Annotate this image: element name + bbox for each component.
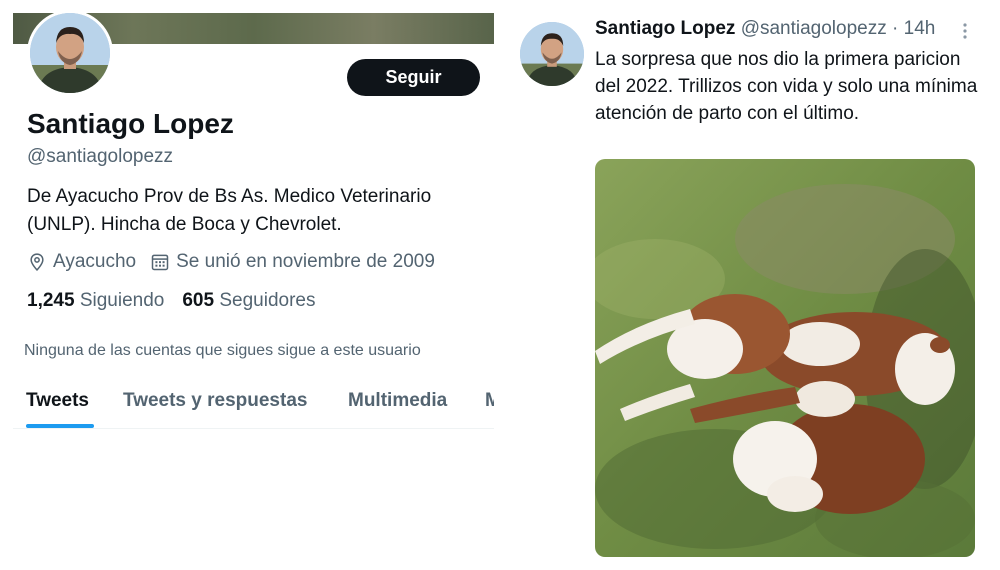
following-link[interactable]: 1,245 Siguiendo [27, 290, 164, 312]
profile-display-name: Santiago Lopez [27, 108, 234, 139]
tweet-author-handle[interactable]: @santiagolopezz [741, 18, 887, 39]
profile-handle: @santiagolopezz [27, 146, 174, 167]
following-count: 1,245 [27, 290, 75, 311]
calves-photo [595, 159, 975, 557]
tab-tweets[interactable]: Tweets [26, 390, 89, 412]
tweet-author-name[interactable]: Santiago Lopez [595, 18, 735, 39]
calendar-icon [151, 254, 169, 271]
location-text: Ayacucho [53, 251, 137, 272]
bio-line: De Ayacucho Prov de Bs As. Medico Veteri… [27, 186, 432, 207]
joined-text: Se unió en noviembre de 2009 [176, 251, 435, 272]
tweet-time[interactable]: 14h [904, 18, 936, 39]
profile-bio: De Ayacucho Prov de Bs As. Medico Veteri… [27, 183, 487, 239]
more-dots-icon[interactable] [958, 22, 972, 40]
active-tab-indicator [26, 424, 94, 428]
followers-label: Seguidores [219, 290, 316, 311]
location-pin-icon [30, 253, 44, 271]
profile-meta: Ayacucho Se unió en noviembre de 2009 [27, 250, 449, 274]
tweet-text: La sorpresa que nos dio la primera paric… [595, 49, 978, 124]
tab-media[interactable]: Multimedia [348, 390, 447, 412]
profile-avatar[interactable] [27, 10, 113, 96]
not-followed-notice: Ninguna de las cuentas que sigues sigue … [24, 342, 421, 359]
tweet-header: Santiago Lopez @santiagolopezz · 14h [595, 18, 935, 40]
tweet-separator: · [892, 18, 899, 39]
followers-count: 605 [182, 290, 215, 311]
avatar-photo [30, 13, 110, 93]
profile-stats: 1,245 Siguiendo 605 Seguidores [27, 290, 333, 312]
avatar-photo [520, 22, 584, 86]
follow-button[interactable]: Seguir [347, 59, 480, 96]
tweet-photo[interactable] [595, 159, 975, 557]
profile-tabs: Tweets Tweets y respuestas Multimedia Me… [13, 380, 494, 429]
tab-tweets-replies[interactable]: Tweets y respuestas [123, 390, 307, 412]
location-item: Ayacucho [27, 251, 136, 273]
followers-link[interactable]: 605 Seguidores [182, 290, 315, 312]
bio-line: (UNLP). Hincha de Boca y Chevrolet. [27, 214, 342, 235]
joined-item: Se unió en noviembre de 2009 [150, 251, 435, 273]
tab-likes[interactable]: Me gusta [485, 390, 494, 412]
tweet-author-avatar[interactable] [520, 22, 584, 86]
following-label: Siguiendo [79, 290, 165, 311]
